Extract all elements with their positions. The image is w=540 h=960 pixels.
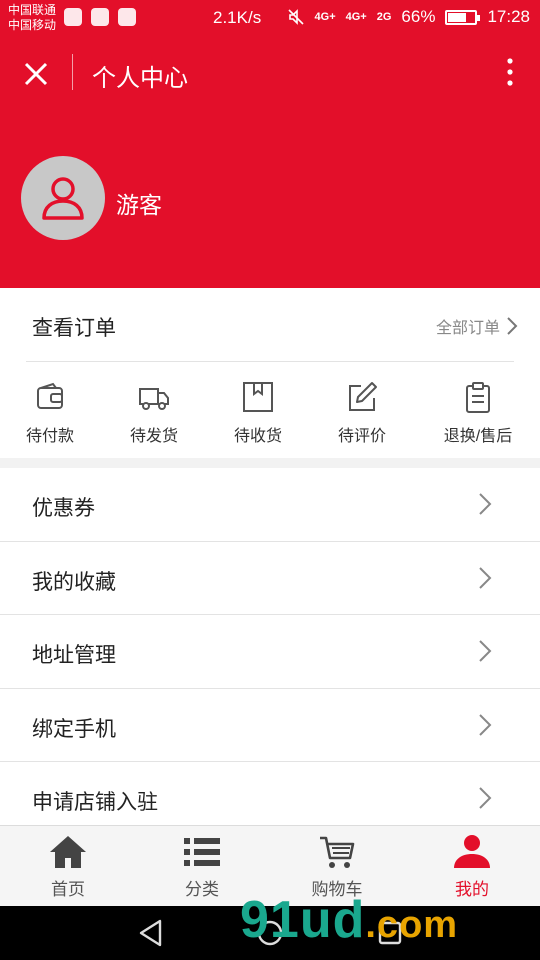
edit-icon (349, 382, 377, 411)
carrier-2: 中国移动 (8, 18, 57, 32)
back-icon[interactable] (136, 918, 166, 948)
order-tab-pending-payment[interactable]: 待付款 (0, 380, 100, 446)
list-icon (184, 838, 220, 866)
battery-icon (445, 9, 481, 25)
user-icon (454, 835, 490, 868)
username[interactable]: 游客 (116, 186, 162, 220)
user-avatar-icon (42, 177, 84, 220)
page-title: 个人中心 (92, 65, 188, 92)
order-tab-after-sales[interactable]: 退换/售后 (426, 380, 530, 446)
menu-item-label: 绑定手机 (32, 717, 116, 741)
status-bar: 中国联通 中国移动 2.1K/s 4G+ 4G+ 2G 66% 17:28 (0, 0, 540, 36)
avatar[interactable] (21, 156, 105, 240)
chevron-right-icon (479, 493, 492, 515)
location-notification-icon (91, 8, 109, 26)
clipboard-icon (466, 382, 490, 413)
chevron-right-icon (479, 787, 492, 809)
order-tab-label: 待收货 (233, 428, 282, 445)
all-orders-label: 全部订单 (435, 320, 500, 337)
order-tab-label: 待付款 (25, 428, 74, 445)
menu-item-favorites[interactable]: 我的收藏 (0, 542, 540, 615)
tab-home[interactable]: 首页 (23, 832, 113, 900)
order-tab-label: 退换/售后 (443, 428, 513, 445)
menu-item-label: 地址管理 (32, 644, 116, 667)
close-icon[interactable] (18, 56, 54, 92)
box-icon (243, 382, 273, 412)
chevron-right-icon (479, 566, 492, 589)
cart-icon (320, 836, 355, 868)
watermark-part-b: ud (299, 891, 366, 949)
chevron-right-icon (479, 640, 492, 662)
network-type-1: 4G+ (314, 11, 336, 23)
tab-category[interactable]: 分类 (157, 832, 247, 900)
settings-menu: 优惠券 我的收藏 地址管理 绑定手机 申请店铺入驻 (0, 468, 540, 836)
clock: 17:28 (487, 7, 530, 26)
truck-icon (139, 388, 169, 410)
tab-label: 首页 (51, 880, 85, 899)
title-divider (72, 54, 73, 90)
menu-item-coupons[interactable]: 优惠券 (0, 468, 540, 542)
menu-item-bind-phone[interactable]: 绑定手机 (0, 689, 540, 762)
tab-label: 分类 (185, 880, 219, 899)
chevron-right-icon (507, 317, 518, 335)
menu-item-label: 优惠券 (32, 497, 95, 520)
menu-item-addresses[interactable]: 地址管理 (0, 615, 540, 689)
watermark-part-a: 91 (240, 891, 300, 949)
profile-header: 个人中心 游客 (0, 36, 540, 288)
orders-divider (26, 361, 514, 362)
image-notification-icon (118, 8, 136, 26)
carrier-labels: 中国联通 中国移动 (8, 3, 56, 33)
order-status-tabs: 待付款 待发货 待收货 待评价 退换/售后 (0, 380, 540, 445)
network-type-2: 4G+ (345, 11, 367, 23)
more-options-icon[interactable] (500, 56, 520, 88)
home-icon (50, 836, 86, 868)
watermark-part-c: .com (365, 904, 459, 946)
order-tab-pending-review[interactable]: 待评价 (312, 380, 412, 446)
orders-card: 查看订单 全部订单 待付款 待发货 待收货 待评价 退换/售后 (0, 288, 540, 458)
status-right: 4G+ 4G+ 2G 66% 17:28 (287, 7, 530, 27)
menu-item-label: 申请店铺入驻 (32, 791, 158, 814)
menu-item-label: 我的收藏 (32, 570, 116, 594)
battery-percent: 66% (401, 7, 436, 26)
tab-label: 我的 (455, 880, 489, 899)
network-type-3: 2G (376, 11, 392, 23)
all-orders-link[interactable]: 全部订单 (436, 314, 518, 338)
order-tab-pending-receipt[interactable]: 待收货 (208, 380, 308, 446)
orders-heading: 查看订单 (32, 317, 116, 340)
network-speed: 2.1K/s (213, 8, 262, 27)
chevron-right-icon (479, 713, 492, 736)
site-watermark: 91ud.com (240, 890, 458, 950)
order-tab-label: 待评价 (337, 428, 386, 445)
app-notification-icon (64, 8, 82, 26)
mute-icon (287, 9, 304, 25)
wallet-icon (37, 382, 63, 409)
order-tab-label: 待发货 (129, 428, 178, 445)
battery-fill (448, 12, 466, 22)
carrier-1: 中国联通 (8, 3, 57, 17)
order-tab-pending-shipment[interactable]: 待发货 (104, 380, 204, 446)
